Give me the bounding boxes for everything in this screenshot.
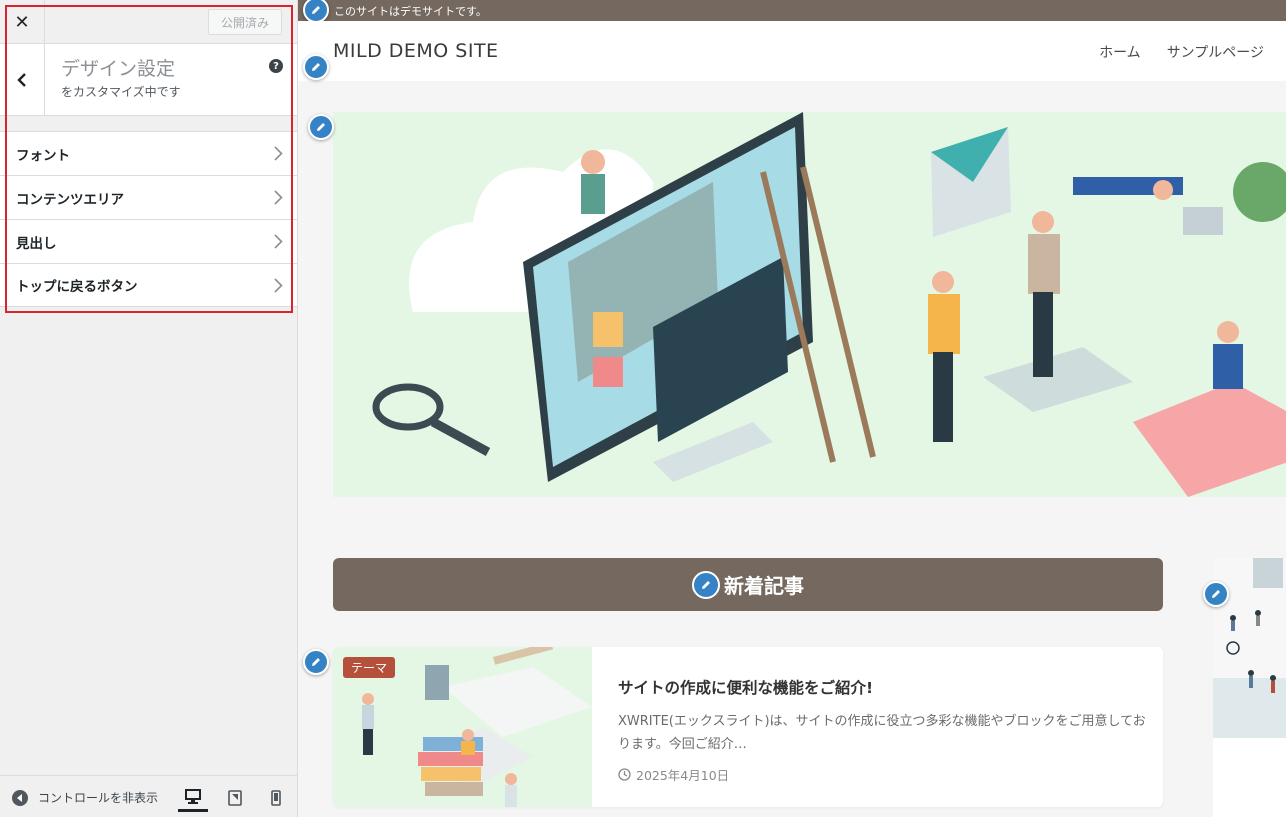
post-title[interactable]: サイトの作成に便利な機能をご紹介! bbox=[618, 676, 873, 698]
preview-mobile-button[interactable] bbox=[261, 784, 291, 812]
hero-image bbox=[333, 112, 1286, 497]
post-excerpt: XWRITE(エックスライト)は、サイトの作成に役立つ多彩な機能やブロックをご用… bbox=[618, 714, 1146, 752]
customizer-footer: コントロールを非表示 bbox=[0, 775, 297, 817]
nav-item-sample-page[interactable]: サンプルページ bbox=[1167, 42, 1264, 62]
section-item-back-to-top[interactable]: トップに戻るボタン bbox=[0, 263, 297, 307]
edit-shortcut-icon[interactable] bbox=[303, 54, 329, 80]
chevron-right-icon bbox=[274, 190, 283, 205]
hide-controls-button[interactable]: コントロールを非表示 bbox=[12, 789, 167, 806]
tablet-icon bbox=[228, 790, 242, 806]
post-category-tag[interactable]: テーマ bbox=[343, 657, 396, 678]
customizer-sidebar: ✕ 公開済み デザイン設定 をカスタマイズ中です ? フォント コンテンツエリア… bbox=[0, 0, 298, 817]
section-item-content-area[interactable]: コンテンツエリア bbox=[0, 175, 297, 219]
close-customizer-button[interactable]: ✕ bbox=[0, 0, 45, 44]
site-preview: このサイトはデモサイトです。 MILD DEMO SITE ホーム サンプルペー… bbox=[298, 0, 1286, 817]
publish-button[interactable]: 公開済み bbox=[208, 9, 282, 35]
post-date-label: 2025年4月10日 bbox=[636, 768, 730, 783]
post-date: 2025年4月10日 bbox=[618, 765, 729, 784]
demo-notice-text: このサイトはデモサイトです。 bbox=[334, 5, 487, 18]
back-button[interactable] bbox=[0, 44, 45, 116]
customizer-topbar: ✕ 公開済み bbox=[0, 0, 297, 44]
post-thumbnail: テーマ bbox=[333, 647, 592, 807]
edit-shortcut-icon[interactable] bbox=[303, 649, 329, 675]
section-item-headings[interactable]: 見出し bbox=[0, 219, 297, 263]
mobile-icon bbox=[271, 790, 281, 806]
post-card[interactable]: テーマ サイトの作成に便利な機能をご紹介! XWRITE(エックスライト)は、サ… bbox=[333, 647, 1163, 807]
edit-shortcut-icon[interactable] bbox=[308, 114, 334, 140]
collapse-icon bbox=[12, 789, 28, 806]
help-icon[interactable]: ? bbox=[269, 59, 283, 73]
section-item-label: 見出し bbox=[16, 235, 57, 252]
edit-shortcut-icon[interactable] bbox=[692, 570, 720, 599]
chevron-right-icon bbox=[274, 146, 283, 161]
main-nav: ホーム サンプルページ bbox=[1099, 42, 1264, 62]
section-item-label: トップに戻るボタン bbox=[16, 279, 138, 295]
hide-controls-label: コントロールを非表示 bbox=[38, 791, 159, 805]
preview-tablet-button[interactable] bbox=[220, 784, 250, 812]
clock-icon bbox=[618, 768, 631, 781]
chevron-right-icon bbox=[274, 278, 283, 293]
chevron-right-icon bbox=[274, 234, 283, 249]
edit-shortcut-icon[interactable] bbox=[1203, 581, 1229, 607]
panel-title: デザイン設定 bbox=[61, 58, 176, 80]
section-item-label: フォント bbox=[16, 147, 70, 164]
desktop-icon bbox=[185, 789, 201, 804]
section-heading: 新着記事 bbox=[333, 558, 1163, 611]
section-list: フォント コンテンツエリア 見出し トップに戻るボタン bbox=[0, 131, 297, 307]
demo-notice-bar: このサイトはデモサイトです。 bbox=[298, 0, 1286, 21]
chevron-left-icon bbox=[17, 73, 26, 87]
preview-desktop-button[interactable] bbox=[178, 784, 208, 812]
section-item-font[interactable]: フォント bbox=[0, 131, 297, 175]
nav-item-home[interactable]: ホーム bbox=[1099, 42, 1141, 62]
section-item-label: コンテンツエリア bbox=[16, 191, 124, 208]
panel-header: デザイン設定 をカスタマイズ中です ? bbox=[0, 44, 297, 116]
site-title[interactable]: MILD DEMO SITE bbox=[333, 40, 499, 62]
site-header: MILD DEMO SITE ホーム サンプルページ bbox=[298, 21, 1286, 81]
panel-subtitle: をカスタマイズ中です bbox=[61, 85, 181, 99]
section-heading-label: 新着記事 bbox=[724, 574, 804, 598]
